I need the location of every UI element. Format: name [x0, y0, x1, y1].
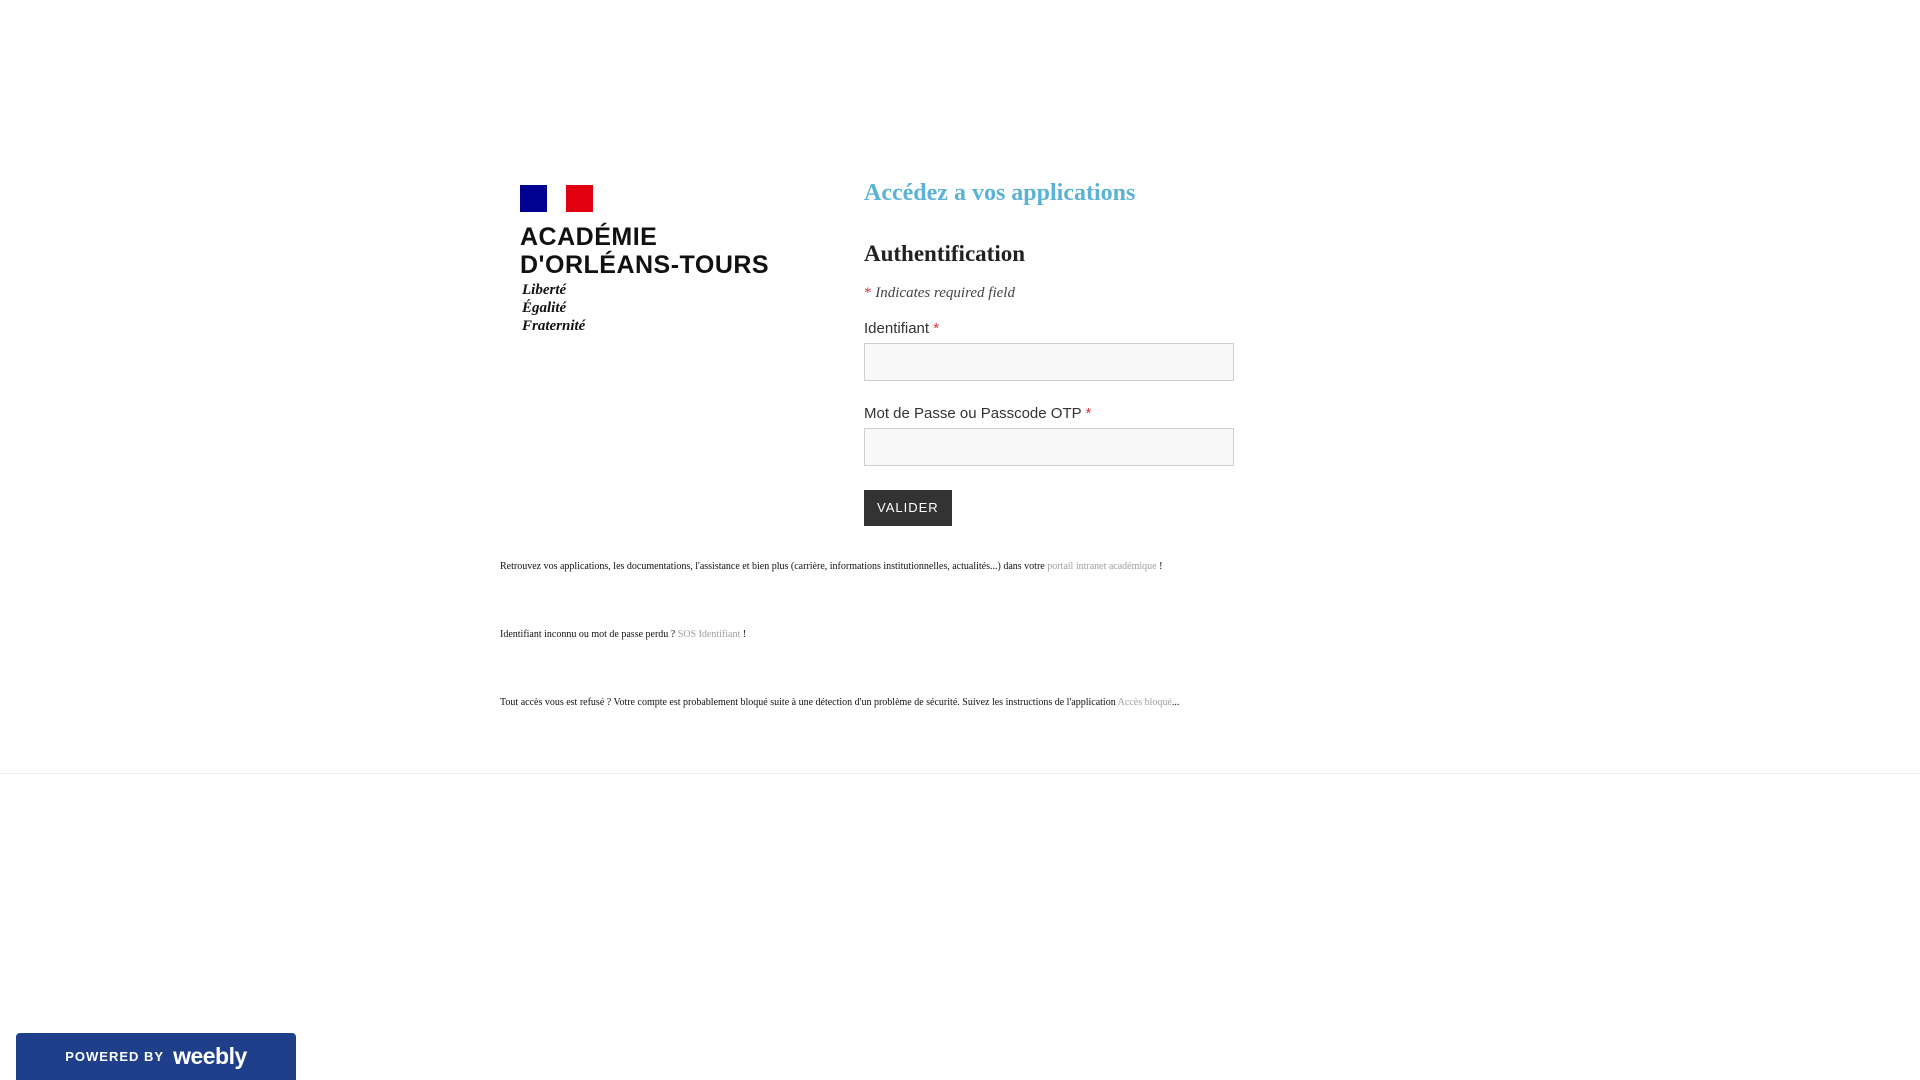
info-portal-end: ! [1159, 561, 1163, 572]
info-sos-line: Identifiant inconnu ou mot de passe perd… [500, 629, 746, 640]
flag-red-stripe [566, 185, 593, 212]
weebly-logo: weebly [173, 1043, 247, 1069]
identifiant-input[interactable] [864, 343, 1234, 381]
motto-liberte: Liberté [522, 282, 567, 298]
identifiant-required-star: * [933, 320, 940, 337]
weebly-badge[interactable]: POWERED BY weebly [16, 1033, 296, 1080]
acces-bloque-link[interactable]: Accès bloqué [1118, 697, 1172, 708]
valider-button[interactable]: VALIDER [864, 490, 952, 526]
flag-blue-stripe [520, 185, 547, 212]
footer-divider [0, 773, 1920, 774]
page: ACADÉMIE D'ORLÉANS-TOURS Liberté Égalité… [0, 0, 1920, 1080]
portal-intranet-link[interactable]: portail intranet académique [1047, 561, 1156, 572]
logo-line-academie: ACADÉMIE [520, 223, 658, 251]
info-blocked-text: Tout accès vous est refusé ? Votre compt… [500, 697, 1116, 708]
identifiant-label: Identifiant * [864, 320, 1244, 337]
academy-logo: ACADÉMIE D'ORLÉANS-TOURS Liberté Égalité… [520, 185, 780, 345]
required-star: * [864, 285, 872, 301]
password-required-star: * [1085, 405, 1092, 422]
password-label-text: Mot de Passe ou Passcode OTP [864, 405, 1082, 422]
info-sos-end: ! [742, 629, 747, 640]
login-form: Accédez a vos applications Authentificat… [864, 175, 1244, 526]
password-input[interactable] [864, 428, 1234, 466]
identifiant-label-text: Identifiant [864, 320, 930, 337]
powered-by-text: POWERED BY [65, 1049, 165, 1064]
flag-white-stripe [547, 185, 566, 212]
motto-egalite: Égalité [522, 300, 567, 316]
sos-identifiant-link[interactable]: SOS Identifiant [678, 629, 741, 640]
logo-line-orleans-tours: D'ORLÉANS-TOURS [520, 251, 770, 279]
info-sos-text: Identifiant inconnu ou mot de passe perd… [500, 629, 676, 640]
info-blocked-end: ... [1171, 697, 1180, 708]
page-headline: Accédez a vos applications [864, 180, 1136, 206]
motto-fraternite: Fraternité [522, 318, 586, 334]
french-flag-icon [520, 185, 593, 212]
info-blocked-line: Tout accès vous est refusé ? Votre compt… [500, 697, 1179, 708]
required-field-note: * Indicates required field [864, 285, 1244, 302]
info-portal-text: Retrouvez vos applications, les document… [500, 561, 1045, 572]
info-portal-line: Retrouvez vos applications, les document… [500, 561, 1162, 572]
required-note-text: Indicates required field [875, 285, 1015, 301]
form-title: Authentification [864, 241, 1025, 266]
password-label: Mot de Passe ou Passcode OTP * [864, 405, 1244, 422]
